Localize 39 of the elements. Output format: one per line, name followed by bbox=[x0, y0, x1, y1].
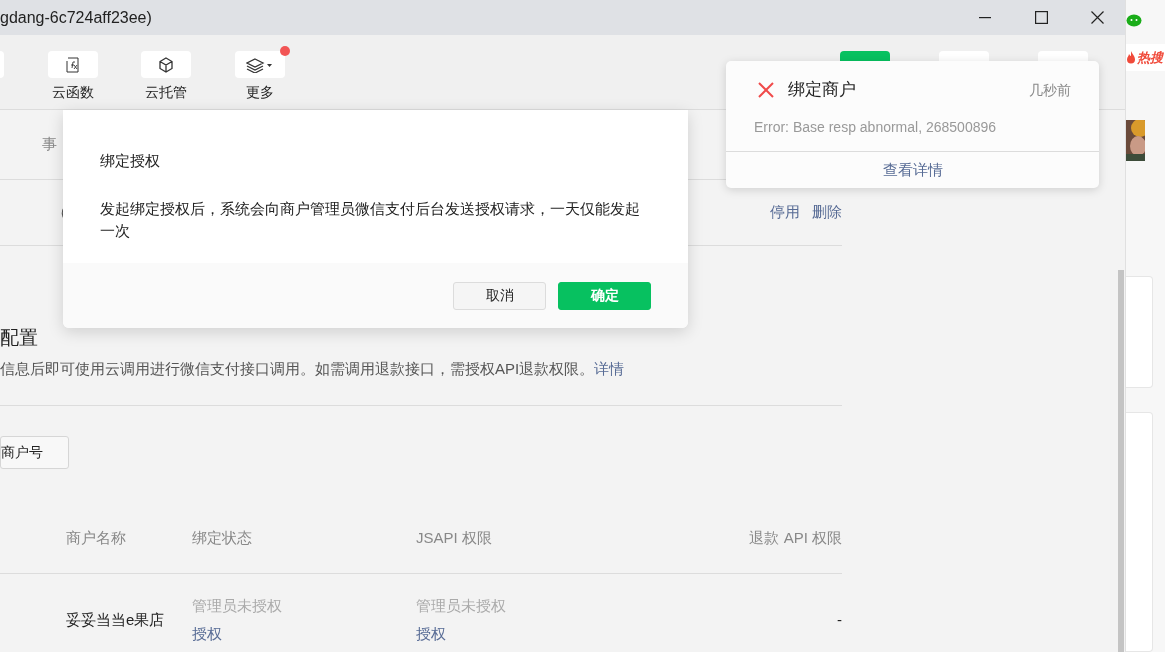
toolbar-label: 更多 bbox=[246, 83, 274, 102]
scrollbar[interactable] bbox=[1118, 270, 1124, 652]
flame-icon bbox=[1126, 51, 1136, 64]
details-link[interactable]: 详情 bbox=[594, 360, 625, 377]
dialog-title: 绑定授权 bbox=[100, 151, 161, 171]
minimize-icon bbox=[979, 16, 991, 19]
layers-icon bbox=[246, 56, 274, 73]
status-text: 管理员未授权 bbox=[416, 596, 506, 616]
close-icon bbox=[1090, 11, 1104, 24]
dialog-message: 发起绑定授权后，系统会向商户管理员微信支付后台发送授权请求，一天仅能发起一次 bbox=[100, 198, 641, 241]
notification-title: 绑定商户 bbox=[788, 79, 857, 102]
view-details-link[interactable]: 查看详情 bbox=[882, 158, 943, 182]
authorize-link[interactable]: 授权 bbox=[416, 622, 446, 645]
cancel-button[interactable]: 取消 bbox=[453, 281, 546, 310]
table-cell: - bbox=[837, 610, 842, 628]
cube-icon bbox=[158, 56, 174, 73]
add-merchant-button[interactable]: 商户号 bbox=[0, 436, 69, 469]
function-icon bbox=[66, 56, 80, 73]
notification-time: 几秒前 bbox=[1029, 80, 1071, 100]
merchant-name: 妥妥当当e果店 bbox=[66, 610, 165, 628]
authorize-link[interactable]: 授权 bbox=[192, 622, 222, 645]
error-icon bbox=[758, 82, 774, 98]
section-description: 信息后即可使用云调用进行微信支付接口调用。如需调用退款接口，需授权API退款权限。详情 bbox=[0, 359, 626, 379]
notification-message: Error: Base resp abnormal, 268500896 bbox=[753, 118, 998, 137]
column-header: 绑定状态 bbox=[192, 529, 252, 546]
column-header: 退款 API 权限 bbox=[749, 529, 842, 546]
toolbar-label: 云函数 bbox=[52, 83, 94, 102]
tab-label[interactable]: 事 bbox=[42, 133, 57, 156]
status-text: 管理员未授权 bbox=[192, 596, 282, 616]
maximize-icon bbox=[1034, 11, 1048, 24]
column-header: JSAPI 权限 bbox=[416, 529, 492, 546]
window-title: gdang-6c724aff23ee) bbox=[0, 7, 153, 28]
toolbar-button[interactable] bbox=[141, 51, 191, 78]
action-link[interactable]: 停用 bbox=[770, 201, 800, 224]
section-title: 配置 bbox=[0, 326, 39, 350]
action-link[interactable]: 删除 bbox=[812, 201, 842, 224]
toolbar-label: 云托管 bbox=[145, 83, 187, 102]
toolbar-button[interactable] bbox=[235, 51, 285, 78]
column-header: 商户名称 bbox=[66, 529, 126, 546]
